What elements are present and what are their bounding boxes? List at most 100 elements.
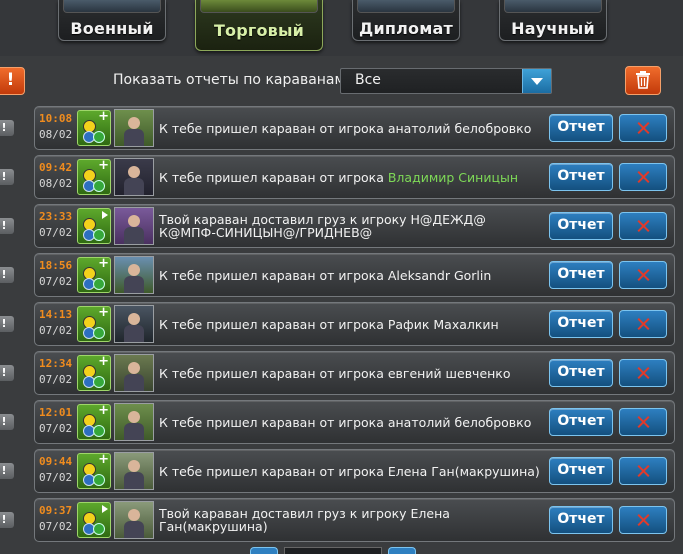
report-row: ! 23:33 07/02 Твой караван доставил груз к … [0,204,683,248]
avatar-head [128,215,140,227]
tab-diplomat-image [357,0,455,13]
report-message: К тебе пришел караван от игрока анатолий… [159,107,545,149]
caravan-icon: + [77,452,111,489]
report-date: 07/02 [39,422,73,435]
side-marker-icon[interactable]: ! [0,267,14,283]
player-avatar[interactable] [114,403,154,441]
caravan-filter-select[interactable]: Все [340,68,552,94]
report-button[interactable]: Отчет [549,457,613,485]
delete-report-button[interactable] [619,261,667,289]
side-marker-icon[interactable]: ! [0,316,14,332]
dollar-coin-icon [93,131,105,143]
player-avatar[interactable] [114,305,154,343]
tab-military-image [63,0,161,13]
pagination [250,547,420,554]
delete-report-button[interactable] [619,457,667,485]
delete-report-button[interactable] [619,114,667,142]
report-card: 12:34 07/02 + К тебе пришел караван от игро… [34,351,675,395]
report-row: ! 09:37 07/02 Твой караван доставил груз к … [0,498,683,542]
avatar-body [124,178,144,195]
report-text: К тебе пришел караван от игрока анатолий… [159,122,531,135]
tab-trade-label: Торговый [213,21,305,40]
plus-icon: + [98,452,109,467]
avatar-body [124,227,144,244]
player-avatar[interactable] [114,354,154,392]
caravan-icon: + [77,403,111,440]
avatar-body [124,423,144,440]
report-button[interactable]: Отчет [549,114,613,142]
delete-report-button[interactable] [619,310,667,338]
side-marker-icon[interactable]: ! [0,120,14,136]
report-card: 12:01 07/02 + К тебе пришел караван от игро… [34,400,675,444]
tab-science[interactable]: Научный [499,0,607,41]
dollar-coin-icon [93,180,105,192]
player-avatar[interactable] [114,501,154,539]
delete-all-button[interactable] [625,66,661,95]
report-button[interactable]: Отчет [549,408,613,436]
report-row: ! 09:42 08/02 + К тебе пришел караван от игр… [0,155,683,199]
player-avatar[interactable] [114,207,154,245]
warning-button[interactable]: ! [0,67,25,95]
delete-report-button[interactable] [619,212,667,240]
report-button[interactable]: Отчет [549,212,613,240]
side-marker-icon[interactable]: ! [0,512,14,528]
caravan-icon: + [77,109,111,146]
report-message: К тебе пришел караван от игрока анатолий… [159,401,545,443]
report-row: ! 18:56 07/02 + К тебе пришел караван от игр… [0,253,683,297]
report-date: 07/02 [39,520,73,533]
report-text-main: Твой караван доставил груз к игроку Н@ДЕ… [159,212,486,240]
report-row: ! 12:01 07/02 + К тебе пришел караван от игр… [0,400,683,444]
tab-diplomat[interactable]: Дипломат [352,0,460,41]
player-name-link[interactable]: Владимир Синицын [388,170,518,185]
player-avatar[interactable] [114,452,154,490]
report-text: Твой караван доставил груз к игроку Н@ДЕ… [159,213,545,239]
side-marker-icon[interactable]: ! [0,463,14,479]
tab-military[interactable]: Военный [58,0,166,41]
report-text-main: К тебе пришел караван от игрока анатолий… [159,414,532,430]
report-time: 09:44 [39,455,73,468]
plus-icon: + [98,158,109,173]
caravan-icon: + [77,256,111,293]
side-marker-icon[interactable]: ! [0,365,14,381]
filter-label: Показать отчеты по караванам: [113,72,350,88]
plus-icon: + [98,109,109,124]
avatar-body [124,472,144,489]
report-time: 09:42 [39,161,73,174]
plus-icon: + [98,305,109,320]
chevron-down-icon[interactable] [522,69,551,93]
report-card: 09:37 07/02 Твой караван доставил груз к и… [34,498,675,542]
report-button[interactable]: Отчет [549,163,613,191]
report-date: 08/02 [39,177,73,190]
avatar-body [124,374,144,391]
report-text: К тебе пришел караван от игрока Елена Га… [159,465,540,478]
avatar-head [128,509,140,521]
report-text: Твой караван доставил груз к игроку Елен… [159,507,545,533]
player-avatar[interactable] [114,158,154,196]
delete-report-button[interactable] [619,408,667,436]
report-time: 10:08 [39,112,73,125]
report-button[interactable]: Отчет [549,359,613,387]
report-message: К тебе пришел караван от игрока Рафик Ма… [159,303,545,345]
avatar-body [124,521,144,538]
side-marker-icon[interactable]: ! [0,414,14,430]
delete-report-button[interactable] [619,359,667,387]
delete-report-button[interactable] [619,163,667,191]
plus-icon: + [98,403,109,418]
player-avatar[interactable] [114,109,154,147]
report-card: 09:42 08/02 + К тебе пришел караван от игро… [34,155,675,199]
report-text: К тебе пришел караван от игрока анатолий… [159,416,531,429]
avatar-head [128,362,140,374]
side-marker-icon[interactable]: ! [0,169,14,185]
report-date: 07/02 [39,275,73,288]
delete-report-button[interactable] [619,506,667,534]
report-button[interactable]: Отчет [549,261,613,289]
dollar-coin-icon [93,278,105,290]
tab-trade[interactable]: Торговый [195,0,323,51]
report-card: 14:13 07/02 + К тебе пришел караван от игро… [34,302,675,346]
side-marker-icon[interactable]: ! [0,218,14,234]
player-avatar[interactable] [114,256,154,294]
report-button[interactable]: Отчет [549,310,613,338]
report-button[interactable]: Отчет [549,506,613,534]
report-message: К тебе пришел караван от игрока евгений … [159,352,545,394]
report-date: 07/02 [39,226,73,239]
